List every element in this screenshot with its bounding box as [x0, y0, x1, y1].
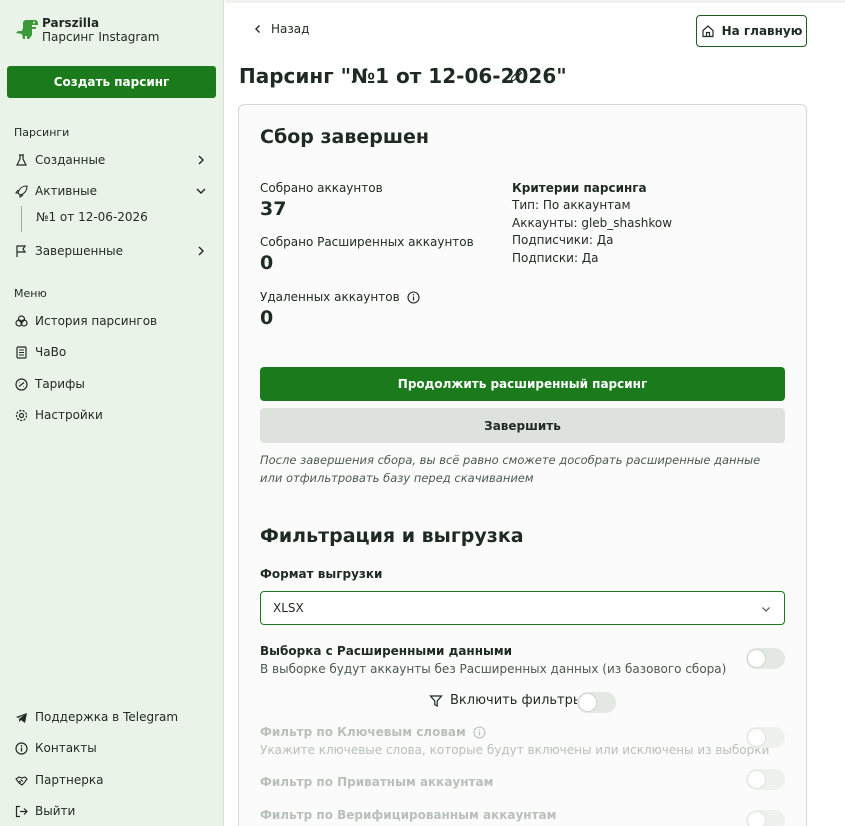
sidebar-item-finished[interactable]: Завершенные	[14, 240, 210, 262]
toggle-knob	[748, 650, 765, 667]
history-icon	[14, 314, 28, 328]
sidebar-item-label: Завершенные	[35, 244, 124, 258]
chevron-down-icon	[762, 607, 770, 612]
format-select[interactable]: XLSX	[260, 591, 785, 625]
sidebar-item-contacts[interactable]: Контакты	[14, 737, 210, 759]
brand-name: Parszilla	[42, 16, 100, 30]
parsings-section-label: Парсинги	[14, 126, 70, 139]
back-link[interactable]: Назад	[252, 22, 309, 36]
private-filter-toggle[interactable]	[746, 769, 785, 790]
tariff-icon	[14, 377, 28, 391]
info-icon	[473, 725, 486, 739]
sidebar-item-logout[interactable]: Выйти	[14, 800, 210, 822]
criteria-item: Подписчики: Да	[512, 233, 614, 247]
create-parsing-button[interactable]: Создать парсинг	[7, 66, 216, 98]
info-icon	[14, 741, 28, 755]
sidebar-item-history[interactable]: История парсингов	[14, 310, 210, 332]
home-button[interactable]: На главную	[696, 15, 807, 47]
criteria-item: Тип: По аккаунтам	[512, 198, 631, 212]
sidebar-item-active[interactable]: Активные	[14, 180, 210, 202]
chevron-right-icon	[198, 155, 204, 165]
sidebar-item-partner[interactable]: Партнерка	[14, 769, 210, 791]
filter-icon	[429, 694, 443, 707]
verified-filter-title: Фильтр по Верифицированным аккаунтам	[260, 808, 557, 822]
telegram-icon	[14, 710, 28, 724]
deleted-accounts-value: 0	[260, 307, 274, 329]
sidebar-item-settings[interactable]: Настройки	[14, 404, 210, 426]
sidebar-item-label: Созданные	[35, 153, 106, 167]
sidebar-item-label: Активные	[35, 184, 98, 198]
sidebar-sub-item-parsing[interactable]: №1 от 12-06-2026	[36, 210, 148, 224]
sidebar-item-telegram-support[interactable]: Поддержка в Telegram	[14, 706, 210, 728]
extended-data-option-title: Выборка с Расширенными данными	[260, 644, 513, 658]
collected-accounts-value: 37	[260, 198, 287, 220]
rocket-icon	[14, 184, 28, 198]
pencil-edit-icon[interactable]	[509, 69, 523, 83]
toggle-knob	[748, 812, 765, 826]
home-icon	[701, 25, 714, 38]
finish-button[interactable]: Завершить	[260, 408, 785, 443]
collected-accounts-label: Собрано аккаунтов	[260, 181, 383, 195]
logout-icon	[14, 804, 28, 818]
chevron-down-icon	[196, 188, 206, 194]
sidebar-item-label: Поддержка в Telegram	[35, 710, 179, 724]
brand[interactable]: Parszilla Парсинг Instagram	[14, 16, 159, 44]
sidebar-item-label: Контакты	[35, 741, 97, 755]
format-label: Формат выгрузки	[260, 567, 383, 581]
top-border	[225, 0, 845, 3]
toggle-knob	[748, 729, 765, 746]
home-button-label: На главную	[721, 24, 803, 38]
toggle-knob	[579, 694, 596, 711]
extended-data-option-sub: В выборке будут аккаунты без Расширенных…	[260, 662, 727, 676]
menu-section-label: Меню	[14, 287, 47, 300]
continue-extended-parsing-button[interactable]: Продолжить расширенный парсинг	[260, 367, 785, 401]
finish-note: После завершения сбора, вы всё равно смо…	[260, 453, 761, 485]
handshake-icon	[14, 773, 28, 787]
criteria-item: Аккаунты: gleb_shashkow	[512, 216, 673, 230]
deleted-accounts-label: Удаленных аккаунтов	[260, 290, 400, 304]
sidebar-item-label: ЧаВо	[35, 345, 67, 359]
private-filter-title: Фильтр по Приватным аккаунтам	[260, 775, 494, 789]
flask-icon	[14, 153, 28, 167]
back-label: Назад	[271, 22, 310, 36]
keywords-filter-title: Фильтр по Ключевым словам	[260, 725, 466, 739]
extended-data-toggle[interactable]	[746, 648, 785, 669]
sidebar-item-label: Партнерка	[35, 773, 104, 787]
criteria-item: Подписки: Да	[512, 251, 599, 265]
sidebar-item-label: История парсингов	[35, 314, 158, 328]
criteria-title: Критерии парсинга	[512, 181, 647, 195]
chevron-left-icon	[255, 25, 260, 33]
sidebar-item-tariffs[interactable]: Тарифы	[14, 373, 210, 395]
keywords-filter-sub: Укажите ключевые слова, которые будут вк…	[260, 743, 770, 757]
chevron-right-icon	[198, 246, 204, 256]
keywords-filter-toggle[interactable]	[746, 727, 785, 748]
deleted-accounts-label-row: Удаленных аккаунтов	[260, 290, 420, 304]
collection-heading: Сбор завершен	[260, 126, 430, 148]
sidebar-item-faq[interactable]: ЧаВо	[14, 341, 210, 363]
sidebar: Parszilla Парсинг Instagram Создать парс…	[0, 0, 224, 826]
keywords-filter-title-row: Фильтр по Ключевым словам	[260, 725, 486, 739]
export-heading: Фильтрация и выгрузка	[260, 525, 524, 547]
brand-subtitle: Парсинг Instagram	[42, 30, 160, 44]
settings-icon	[14, 408, 28, 422]
sidebar-item-created[interactable]: Созданные	[14, 149, 210, 171]
enable-filters-row: Включить фильтры	[429, 693, 583, 708]
info-icon[interactable]	[407, 290, 420, 304]
extended-accounts-value: 0	[260, 252, 274, 274]
enable-filters-label: Включить фильтры	[450, 693, 584, 708]
faq-icon	[14, 345, 28, 359]
flag-icon	[14, 244, 28, 258]
verified-filter-toggle[interactable]	[746, 810, 785, 826]
sub-item-divider	[21, 206, 22, 232]
sidebar-item-label: Настройки	[35, 408, 103, 422]
toggle-knob	[748, 771, 765, 788]
sidebar-item-label: Выйти	[35, 804, 76, 818]
sidebar-item-label: Тарифы	[35, 377, 85, 391]
enable-filters-toggle[interactable]	[577, 692, 616, 713]
extended-accounts-label: Собрано Расширенных аккаунтов	[260, 235, 474, 249]
format-select-value: XLSX	[273, 601, 304, 615]
dinosaur-logo-icon	[16, 20, 38, 39]
